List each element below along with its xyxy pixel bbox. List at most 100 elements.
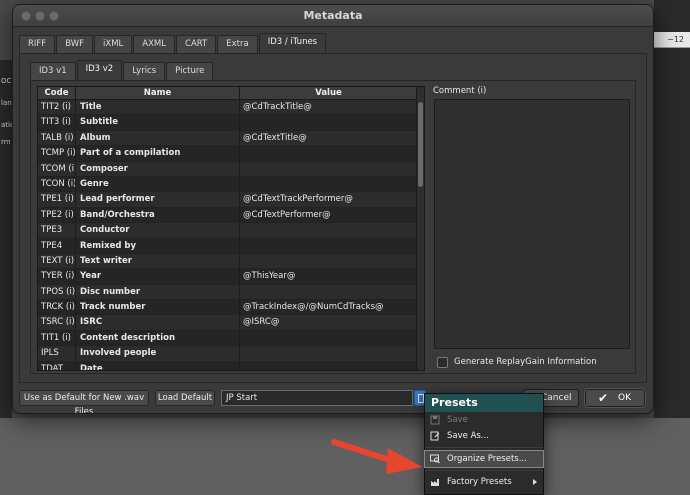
table-row[interactable]: TPE3 Conductor [38,223,424,239]
table-row[interactable]: IPLS Involved people [38,346,424,362]
row-code-cell: TPOS (i) [38,284,76,300]
menu-item-factory-presets[interactable]: Factory Presets [425,474,543,490]
row-code-cell: TPE1 (i) [38,192,76,207]
id3-v2-pane: Code Name Value TIT2 (i) Title @CdTrackTit… [30,80,636,374]
subtab-id3-v1[interactable]: ID3 v1 [30,62,76,80]
metadata-dialog: Metadata RIFF BWF iXML AXML CART Extra I… [12,4,654,414]
table-row[interactable]: TPE4 Remixed by [38,238,424,254]
row-name-cell: Conductor [76,223,240,238]
table-row[interactable]: TDAT Date [38,361,424,370]
row-value-cell[interactable] [240,223,418,238]
replaygain-checkbox[interactable] [437,357,448,368]
left-fragment: rm [1,138,11,146]
row-value-cell[interactable]: @CdTrackTitle@ [240,100,418,115]
row-code-cell: TYER (i) [38,269,76,284]
column-header-code[interactable]: Code [38,87,76,99]
row-name-cell: Content description [76,330,240,346]
table-row[interactable]: TCMP (i) Part of a compilation [38,146,424,162]
table-row[interactable]: TCOM (i) Composer [38,161,424,177]
row-value-cell[interactable]: @ISRC@ [240,315,418,330]
preset-name-field[interactable]: JP Start [221,390,413,406]
table-row[interactable]: TCON (i) Genre [38,176,424,193]
table-row[interactable]: TPE2 (i) Band/Orchestra @CdTextPerformer@ [38,207,424,224]
subtab-lyrics[interactable]: Lyrics [123,62,166,80]
ruler-value: −12 [667,35,684,44]
row-name-cell: Year [76,269,240,284]
subtab-picture[interactable]: Picture [166,62,214,80]
row-code-cell: TDAT [38,361,76,370]
row-value-cell[interactable]: @TrackIndex@/@NumCdTracks@ [240,300,418,315]
table-scrollbar[interactable] [416,87,424,370]
row-code-cell: TPE4 [38,238,76,253]
table-header: Code Name Value [38,87,424,100]
comment-textarea[interactable] [434,99,630,349]
row-name-cell: Date [76,361,240,370]
row-value-cell[interactable]: @ThisYear@ [240,269,418,284]
row-name-cell: Album [76,130,240,146]
row-code-cell: TSRC (i) [38,315,76,330]
table-row[interactable]: TIT2 (i) Title @CdTrackTitle@ [38,100,424,116]
table-row[interactable]: TPE1 (i) Lead performer @CdTextTrackPerfor… [38,192,424,208]
column-header-value[interactable]: Value [240,87,418,99]
row-value-cell[interactable]: @CdTextTrackPerformer@ [240,192,418,207]
table-row[interactable]: TEXT (i) Text writer [38,253,424,270]
row-code-cell: TPE3 [38,223,76,238]
row-value-cell[interactable] [240,346,418,361]
table-row[interactable]: TSRC (i) ISRC @ISRC@ [38,315,424,331]
organize-icon [430,454,440,464]
row-name-cell: Composer [76,161,240,176]
column-header-name[interactable]: Name [76,87,240,99]
tab-ixml[interactable]: iXML [94,35,133,53]
row-name-cell: Remixed by [76,238,240,253]
tab-id3-itunes[interactable]: ID3 / iTunes [258,33,327,53]
row-name-cell: Disc number [76,284,240,300]
tab-riff[interactable]: RIFF [19,35,56,53]
ok-button[interactable]: ✔ OK [585,389,645,407]
row-value-cell[interactable] [240,176,418,192]
tab-cart[interactable]: CART [176,35,217,53]
row-code-cell: IPLS [38,346,76,361]
row-name-cell: Title [76,100,240,115]
row-value-cell[interactable] [240,284,418,300]
main-tab-bar: RIFF BWF iXML AXML CART Extra ID3 / iTun… [19,33,327,53]
row-value-cell[interactable] [240,253,418,269]
row-name-cell: Subtitle [76,115,240,130]
row-name-cell: Part of a compilation [76,146,240,161]
scrollbar-thumb[interactable] [418,102,423,187]
ok-label: OK [618,393,631,403]
row-code-cell: TCOM (i) [38,161,76,176]
row-value-cell[interactable] [240,330,418,346]
cancel-label: Cancel [541,393,572,403]
tab-axml[interactable]: AXML [133,35,176,53]
row-value-cell[interactable] [240,361,418,370]
subtab-id3-v2[interactable]: ID3 v2 [76,60,123,80]
table-row[interactable]: TYER (i) Year @ThisYear@ [38,269,424,285]
table-row[interactable]: TRCK (i) Track number @TrackIndex@/@NumCdT… [38,300,424,316]
menu-separator [425,470,543,471]
menu-item-organize-presets[interactable]: Organize Presets... [424,450,544,468]
row-name-cell: Track number [76,300,240,315]
table-row[interactable]: TALB (i) Album @CdTextTitle@ [38,130,424,147]
table-row[interactable]: TPOS (i) Disc number [38,284,424,301]
checkmark-icon: ✔ [598,391,609,405]
menu-item-save-as[interactable]: Save As... [425,428,543,444]
id3-subtab-bar: ID3 v1 ID3 v2 Lyrics Picture [30,60,214,80]
replaygain-label[interactable]: Generate ReplayGain Information [454,357,597,367]
table-body: TIT2 (i) Title @CdTrackTitle@ TIT3 (i) Subti… [38,100,424,370]
row-value-cell[interactable]: @CdTextPerformer@ [240,207,418,223]
row-value-cell[interactable] [240,115,418,130]
menu-item-label: Save [447,415,468,425]
row-value-cell[interactable] [240,161,418,176]
row-value-cell[interactable] [240,146,418,161]
tab-extra[interactable]: Extra [217,35,258,53]
table-row[interactable]: TIT1 (i) Content description [38,330,424,347]
table-row[interactable]: TIT3 (i) Subtitle [38,115,424,131]
row-value-cell[interactable]: @CdTextTitle@ [240,130,418,146]
menu-item-save[interactable]: Save [425,412,543,428]
tab-bwf[interactable]: BWF [56,35,94,53]
use-as-default-button[interactable]: Use as Default for New .wav Files [19,390,149,413]
load-default-button[interactable]: Load Default [155,390,215,406]
row-value-cell[interactable] [240,238,418,253]
background-track-panel [654,0,690,420]
row-name-cell: Band/Orchestra [76,207,240,223]
